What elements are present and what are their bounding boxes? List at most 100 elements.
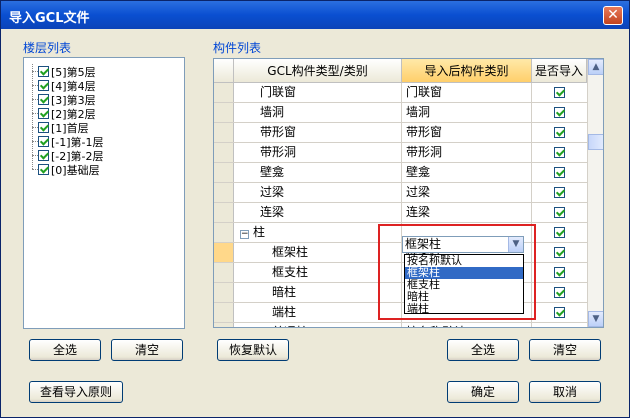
checkbox-checked-icon[interactable] xyxy=(554,107,565,118)
scroll-up-icon[interactable]: ▲ xyxy=(588,59,603,75)
gcl-type-cell[interactable]: 墙洞 xyxy=(234,103,402,122)
cancel-button[interactable]: 取消 xyxy=(529,381,601,403)
import-cell[interactable] xyxy=(532,203,587,222)
gcl-type-cell[interactable]: 框支柱 xyxy=(234,263,402,282)
checkbox-checked-icon[interactable] xyxy=(554,247,565,258)
row-header[interactable] xyxy=(214,163,234,182)
floor-item[interactable]: [5]第5层 xyxy=(38,64,96,79)
collapse-toggle-icon[interactable]: − xyxy=(240,230,249,239)
row-header[interactable] xyxy=(214,183,234,202)
target-type-cell[interactable]: 墙洞 xyxy=(402,103,532,122)
floor-item[interactable]: [1]首层 xyxy=(38,120,89,135)
floor-item[interactable]: [4]第4层 xyxy=(38,78,96,93)
row-header[interactable] xyxy=(214,323,234,327)
floor-item[interactable]: [2]第2层 xyxy=(38,106,96,121)
restore-default-button[interactable]: 恢复默认 xyxy=(217,339,289,361)
checkbox-checked-icon[interactable] xyxy=(554,127,565,138)
target-type-cell[interactable]: 门联窗 xyxy=(402,83,532,102)
gcl-type-cell[interactable]: 带形洞 xyxy=(234,143,402,162)
import-cell[interactable] xyxy=(532,263,587,282)
scroll-down-icon[interactable]: ▼ xyxy=(588,311,603,327)
row-header[interactable] xyxy=(214,203,234,222)
checkbox-checked-icon[interactable] xyxy=(38,108,49,119)
target-type-cell[interactable]: 按名称默认 xyxy=(402,323,532,327)
floor-item[interactable]: [3]第3层 xyxy=(38,92,96,107)
import-cell[interactable] xyxy=(532,283,587,302)
checkbox-checked-icon[interactable] xyxy=(554,267,565,278)
target-type-cell[interactable]: 壁龛 xyxy=(402,163,532,182)
checkbox-checked-icon[interactable] xyxy=(554,167,565,178)
checkbox-checked-icon[interactable] xyxy=(38,80,49,91)
checkbox-checked-icon[interactable] xyxy=(38,164,49,175)
floor-item[interactable]: [-1]第-1层 xyxy=(38,134,104,149)
checkbox-checked-icon[interactable] xyxy=(38,150,49,161)
gcl-type-cell[interactable]: 过梁 xyxy=(234,183,402,202)
scroll-thumb[interactable] xyxy=(588,134,603,150)
target-type-cell[interactable]: 带形窗 xyxy=(402,123,532,142)
checkbox-checked-icon[interactable] xyxy=(554,307,565,318)
gcl-type-cell[interactable]: 框架柱 xyxy=(234,243,402,262)
table-row[interactable]: 壁龛 壁龛 xyxy=(214,163,587,183)
close-button[interactable]: ✕ xyxy=(603,6,623,25)
gcl-type-cell[interactable]: 带形窗 xyxy=(234,123,402,142)
target-type-cell[interactable]: 带形洞 xyxy=(402,143,532,162)
checkbox-checked-icon[interactable] xyxy=(554,147,565,158)
import-cell[interactable] xyxy=(532,323,587,328)
checkbox-checked-icon[interactable] xyxy=(38,122,49,133)
checkbox-checked-icon[interactable] xyxy=(554,227,565,238)
row-header[interactable] xyxy=(214,263,234,282)
row-header[interactable] xyxy=(214,143,234,162)
table-row[interactable]: 过梁 过梁 xyxy=(214,183,587,203)
import-cell[interactable] xyxy=(532,223,587,242)
row-header[interactable] xyxy=(214,283,234,302)
gcl-type-cell[interactable]: 壁龛 xyxy=(234,163,402,182)
title-bar[interactable]: 导入GCL文件 ✕ xyxy=(1,1,629,29)
components-clear-button[interactable]: 清空 xyxy=(529,339,601,361)
row-header[interactable] xyxy=(214,243,234,262)
floors-clear-button[interactable]: 清空 xyxy=(111,339,183,361)
floor-item[interactable]: [-2]第-2层 xyxy=(38,148,104,163)
header-target-type[interactable]: 导入后构件类别 xyxy=(402,59,532,83)
import-cell[interactable] xyxy=(532,243,587,262)
import-cell[interactable] xyxy=(532,163,587,182)
table-row[interactable]: 连梁 连梁 xyxy=(214,203,587,223)
target-type-cell[interactable]: 过梁 xyxy=(402,183,532,202)
gcl-type-cell[interactable]: 普通柱 xyxy=(234,323,402,327)
checkbox-checked-icon[interactable] xyxy=(38,66,49,77)
import-cell[interactable] xyxy=(532,303,587,322)
ok-button[interactable]: 确定 xyxy=(447,381,519,403)
import-cell[interactable] xyxy=(532,83,587,102)
import-cell[interactable] xyxy=(532,123,587,142)
checkbox-checked-icon[interactable] xyxy=(554,87,565,98)
floors-select-all-button[interactable]: 全选 xyxy=(29,339,101,361)
checkbox-checked-icon[interactable] xyxy=(38,136,49,147)
target-type-cell[interactable]: 连梁 xyxy=(402,203,532,222)
floor-item[interactable]: [0]基础层 xyxy=(38,162,100,177)
import-cell[interactable] xyxy=(532,103,587,122)
row-header[interactable] xyxy=(214,83,234,102)
checkbox-checked-icon[interactable] xyxy=(554,287,565,298)
gcl-type-cell[interactable]: 暗柱 xyxy=(234,283,402,302)
table-row[interactable]: 普通柱 按名称默认 xyxy=(214,323,587,328)
header-import[interactable]: 是否导入 xyxy=(532,59,587,83)
import-cell[interactable] xyxy=(532,143,587,162)
gcl-type-cell[interactable]: 门联窗 xyxy=(234,83,402,102)
gcl-type-cell[interactable]: 端柱 xyxy=(234,303,402,322)
header-gcl-type[interactable]: GCL构件类型/类别 xyxy=(234,59,402,83)
table-row[interactable]: 带形洞 带形洞 xyxy=(214,143,587,163)
row-header[interactable] xyxy=(214,123,234,142)
gcl-type-cell[interactable]: 连梁 xyxy=(234,203,402,222)
table-row[interactable]: 门联窗 门联窗 xyxy=(214,83,587,103)
gcl-type-cell[interactable]: − 柱 xyxy=(234,223,402,242)
table-row[interactable]: 墙洞 墙洞 xyxy=(214,103,587,123)
checkbox-checked-icon[interactable] xyxy=(554,327,565,328)
row-header[interactable] xyxy=(214,103,234,122)
components-select-all-button[interactable]: 全选 xyxy=(447,339,519,361)
view-import-rules-button[interactable]: 查看导入原则 xyxy=(29,381,123,403)
grid-scrollbar[interactable]: ▲ ▼ xyxy=(587,59,603,327)
checkbox-checked-icon[interactable] xyxy=(554,207,565,218)
checkbox-checked-icon[interactable] xyxy=(554,187,565,198)
table-row[interactable]: 带形窗 带形窗 xyxy=(214,123,587,143)
import-cell[interactable] xyxy=(532,183,587,202)
checkbox-checked-icon[interactable] xyxy=(38,94,49,105)
